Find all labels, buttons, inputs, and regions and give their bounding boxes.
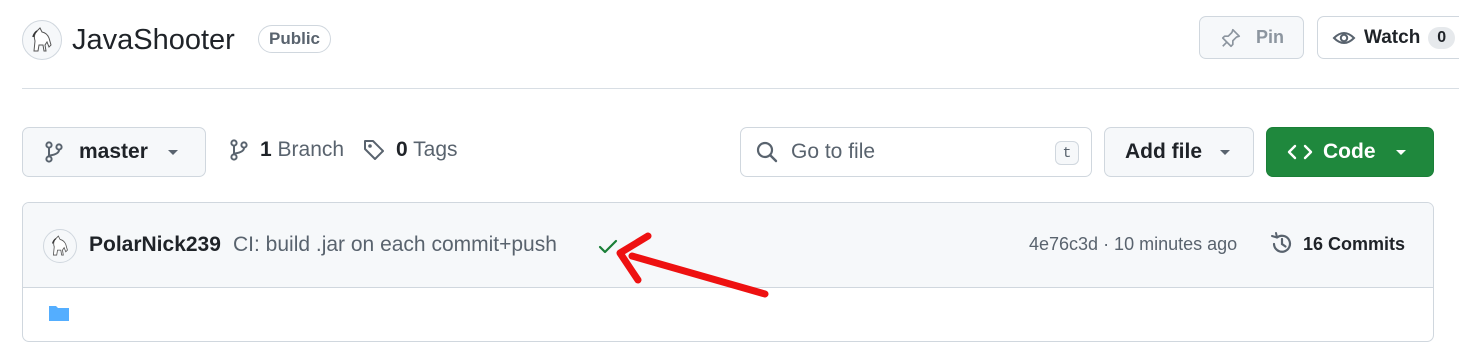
owner-avatar[interactable] — [22, 20, 62, 60]
caret-down-icon — [1395, 150, 1406, 155]
horse-avatar-icon — [51, 235, 68, 256]
tag-count: 0 — [396, 138, 408, 161]
commit-sha-time[interactable]: 4e76c3d · 10 minutes ago — [1029, 234, 1237, 255]
git-branch-icon — [230, 139, 248, 161]
add-file-button[interactable]: Add file — [1104, 127, 1254, 177]
code-button[interactable]: Code — [1266, 127, 1434, 177]
search-icon — [756, 141, 778, 163]
caret-down-icon — [1220, 150, 1230, 155]
header-divider — [22, 88, 1459, 89]
folder-icon — [49, 306, 69, 321]
tag-count-label: Tags — [413, 138, 458, 161]
branch-count: 1 — [260, 138, 272, 161]
pin-button[interactable]: Pin — [1199, 16, 1304, 59]
tag-icon — [364, 140, 384, 160]
shortcut-key: t — [1055, 141, 1079, 165]
branch-name: master — [79, 140, 148, 163]
code-label: Code — [1323, 140, 1376, 163]
commit-message[interactable]: CI: build .jar on each commit+push — [233, 233, 557, 257]
commits-history-link[interactable]: 16 Commits — [1269, 231, 1405, 257]
tags-link[interactable]: 0 Tags — [362, 138, 458, 162]
eye-icon — [1332, 31, 1356, 44]
branch-count-label: Branch — [277, 138, 345, 161]
commit-author[interactable]: PolarNick239 — [89, 233, 221, 257]
branch-select[interactable]: master — [22, 127, 206, 177]
horse-avatar-icon — [32, 27, 52, 52]
author-avatar[interactable] — [43, 229, 77, 263]
pin-icon — [1221, 28, 1241, 47]
history-icon — [1271, 232, 1292, 253]
annotation-arrow — [616, 232, 769, 298]
repo-title[interactable]: JavaShooter — [72, 20, 235, 60]
search-placeholder: Go to file — [791, 140, 876, 163]
pin-label: Pin — [1256, 27, 1285, 47]
commits-count: 16 Commits — [1303, 233, 1406, 254]
visibility-badge: Public — [258, 25, 332, 53]
code-brackets-icon — [1287, 144, 1313, 160]
watch-button[interactable]: Watch 0 — [1317, 16, 1459, 59]
watch-label: Watch — [1364, 26, 1421, 48]
watch-count: 0 — [1428, 26, 1456, 49]
add-file-label: Add file — [1125, 140, 1202, 163]
caret-down-icon — [167, 150, 178, 155]
git-branch-icon — [45, 141, 63, 163]
branches-link[interactable]: 1 Branch — [228, 138, 344, 162]
go-to-file-input[interactable]: Go to file t — [740, 127, 1092, 177]
